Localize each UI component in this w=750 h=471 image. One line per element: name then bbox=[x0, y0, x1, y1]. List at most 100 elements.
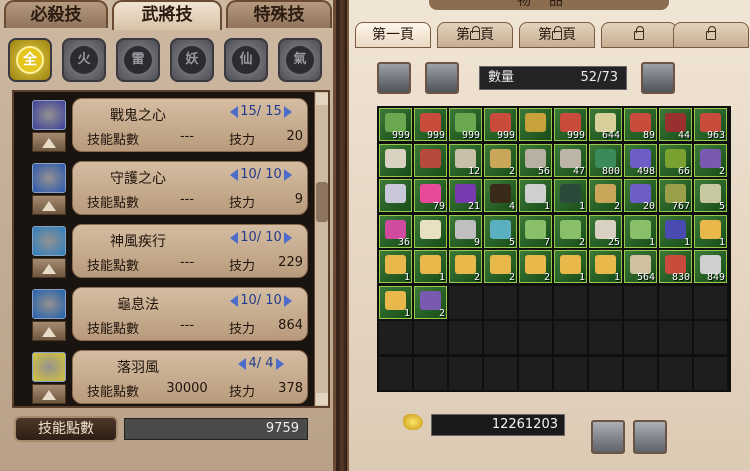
inventory-empty-slot[interactable] bbox=[519, 356, 552, 390]
inventory-item-slot[interactable]: 5 bbox=[484, 214, 517, 248]
immortal-category-icon[interactable]: 仙 bbox=[224, 38, 268, 82]
inventory-item-slot[interactable]: 849 bbox=[694, 250, 727, 283]
sort-refresh-icon[interactable] bbox=[641, 62, 675, 94]
calculator-icon[interactable] bbox=[425, 62, 459, 94]
level-decrease-icon[interactable] bbox=[230, 231, 239, 244]
fire-category-icon[interactable]: 火 bbox=[62, 38, 106, 82]
inventory-item-slot[interactable]: 644 bbox=[589, 108, 622, 141]
inventory-empty-slot[interactable] bbox=[659, 321, 692, 354]
inventory-item-slot[interactable]: 999 bbox=[449, 108, 482, 141]
skill-row[interactable]: 龜息法 10/ 10 技能點數 --- 技力 864 bbox=[18, 283, 310, 343]
level-decrease-icon[interactable] bbox=[230, 168, 239, 181]
inventory-empty-slot[interactable] bbox=[659, 285, 692, 319]
inventory-item-slot[interactable]: 1 bbox=[379, 285, 412, 319]
inventory-item-slot[interactable]: 999 bbox=[484, 108, 517, 141]
inventory-item-slot[interactable]: 999 bbox=[554, 108, 587, 141]
storage-box-icon[interactable] bbox=[591, 420, 625, 454]
level-increase-icon[interactable] bbox=[283, 168, 292, 181]
inventory-item-slot[interactable]: 2 bbox=[484, 250, 517, 283]
inventory-empty-slot[interactable] bbox=[519, 285, 552, 319]
scroll-up-icon[interactable] bbox=[316, 93, 328, 105]
inventory-item-slot[interactable]: 2 bbox=[449, 250, 482, 283]
inventory-item-slot[interactable]: 4 bbox=[484, 179, 517, 212]
level-increase-icon[interactable] bbox=[283, 231, 292, 244]
inventory-item-slot[interactable]: 44 bbox=[659, 108, 692, 141]
inventory-item-slot[interactable] bbox=[414, 214, 447, 248]
inventory-item-slot[interactable]: 2 bbox=[414, 285, 447, 319]
inventory-empty-slot[interactable] bbox=[554, 321, 587, 354]
inventory-empty-slot[interactable] bbox=[414, 356, 447, 390]
inventory-empty-slot[interactable] bbox=[449, 321, 482, 354]
inventory-page-tab[interactable]: 第頁 bbox=[519, 22, 595, 48]
skill-row[interactable]: 神風疾行 10/ 10 技能點數 --- 技力 229 bbox=[18, 220, 310, 280]
inventory-empty-slot[interactable] bbox=[624, 321, 657, 354]
all-category-icon[interactable]: 全 bbox=[8, 38, 52, 82]
inventory-empty-slot[interactable] bbox=[624, 356, 657, 390]
inventory-page-tab[interactable]: 第一頁 bbox=[355, 22, 431, 48]
inventory-empty-slot[interactable] bbox=[694, 356, 727, 390]
inventory-item-slot[interactable]: 47 bbox=[554, 143, 587, 177]
skill-icon[interactable] bbox=[32, 163, 66, 193]
inventory-item-slot[interactable]: 1 bbox=[519, 179, 552, 212]
inventory-item-slot[interactable]: 12 bbox=[449, 143, 482, 177]
inventory-item-slot[interactable]: 7 bbox=[519, 214, 552, 248]
trash-can-icon[interactable] bbox=[633, 420, 667, 454]
inventory-item-slot[interactable]: 498 bbox=[624, 143, 657, 177]
skill-row[interactable]: 守護之心 10/ 10 技能點數 --- 技力 9 bbox=[18, 157, 310, 217]
level-increase-icon[interactable] bbox=[283, 105, 292, 118]
inventory-item-slot[interactable] bbox=[379, 143, 412, 177]
inventory-item-slot[interactable]: 56 bbox=[519, 143, 552, 177]
inventory-item-slot[interactable]: 2 bbox=[589, 179, 622, 212]
inventory-item-slot[interactable] bbox=[519, 108, 552, 141]
inventory-empty-slot[interactable] bbox=[589, 285, 622, 319]
tab-general-skill[interactable]: 武將技 bbox=[112, 0, 222, 30]
inventory-empty-slot[interactable] bbox=[379, 356, 412, 390]
skill-icon[interactable] bbox=[32, 226, 66, 256]
tab-special-skill[interactable]: 特殊技 bbox=[226, 0, 332, 28]
skill-list-scrollbar[interactable] bbox=[314, 92, 328, 406]
level-increase-icon[interactable] bbox=[283, 294, 292, 307]
phone-icon[interactable] bbox=[377, 62, 411, 94]
inventory-item-slot[interactable]: 1 bbox=[694, 214, 727, 248]
inventory-item-slot[interactable]: 9 bbox=[449, 214, 482, 248]
inventory-item-slot[interactable]: 1 bbox=[659, 214, 692, 248]
inventory-item-slot[interactable]: 800 bbox=[589, 143, 622, 177]
inventory-item-slot[interactable]: 20 bbox=[624, 179, 657, 212]
inventory-empty-slot[interactable] bbox=[449, 285, 482, 319]
inventory-item-slot[interactable] bbox=[379, 179, 412, 212]
inventory-item-slot[interactable] bbox=[414, 143, 447, 177]
inventory-item-slot[interactable]: 89 bbox=[624, 108, 657, 141]
inventory-item-slot[interactable]: 5 bbox=[694, 179, 727, 212]
inventory-empty-slot[interactable] bbox=[414, 321, 447, 354]
demon-category-icon[interactable]: 妖 bbox=[170, 38, 214, 82]
inventory-empty-slot[interactable] bbox=[554, 285, 587, 319]
level-decrease-icon[interactable] bbox=[238, 357, 247, 370]
skill-row[interactable]: 戰鬼之心 15/ 15 技能點數 --- 技力 20 bbox=[18, 94, 310, 154]
inventory-item-slot[interactable]: 2 bbox=[484, 143, 517, 177]
inventory-page-tab[interactable] bbox=[601, 22, 677, 48]
inventory-empty-slot[interactable] bbox=[694, 285, 727, 319]
inventory-item-slot[interactable]: 1 bbox=[624, 214, 657, 248]
inventory-empty-slot[interactable] bbox=[624, 285, 657, 319]
inventory-empty-slot[interactable] bbox=[484, 321, 517, 354]
qi-category-icon[interactable]: 氣 bbox=[278, 38, 322, 82]
inventory-item-slot[interactable]: 36 bbox=[379, 214, 412, 248]
inventory-empty-slot[interactable] bbox=[379, 321, 412, 354]
level-increase-icon[interactable] bbox=[275, 357, 284, 370]
inventory-item-slot[interactable]: 2 bbox=[519, 250, 552, 283]
inventory-empty-slot[interactable] bbox=[589, 356, 622, 390]
scroll-down-icon[interactable] bbox=[316, 393, 328, 405]
upgrade-arrow-icon[interactable] bbox=[32, 258, 66, 278]
inventory-item-slot[interactable]: 564 bbox=[624, 250, 657, 283]
inventory-item-slot[interactable]: 79 bbox=[414, 179, 447, 212]
inventory-item-slot[interactable]: 1 bbox=[414, 250, 447, 283]
skill-icon[interactable] bbox=[32, 100, 66, 130]
inventory-item-slot[interactable]: 2 bbox=[694, 143, 727, 177]
inventory-empty-slot[interactable] bbox=[694, 321, 727, 354]
thunder-category-icon[interactable]: 雷 bbox=[116, 38, 160, 82]
inventory-item-slot[interactable]: 999 bbox=[414, 108, 447, 141]
upgrade-arrow-icon[interactable] bbox=[32, 132, 66, 152]
inventory-item-slot[interactable]: 66 bbox=[659, 143, 692, 177]
inventory-empty-slot[interactable] bbox=[659, 356, 692, 390]
inventory-empty-slot[interactable] bbox=[519, 321, 552, 354]
